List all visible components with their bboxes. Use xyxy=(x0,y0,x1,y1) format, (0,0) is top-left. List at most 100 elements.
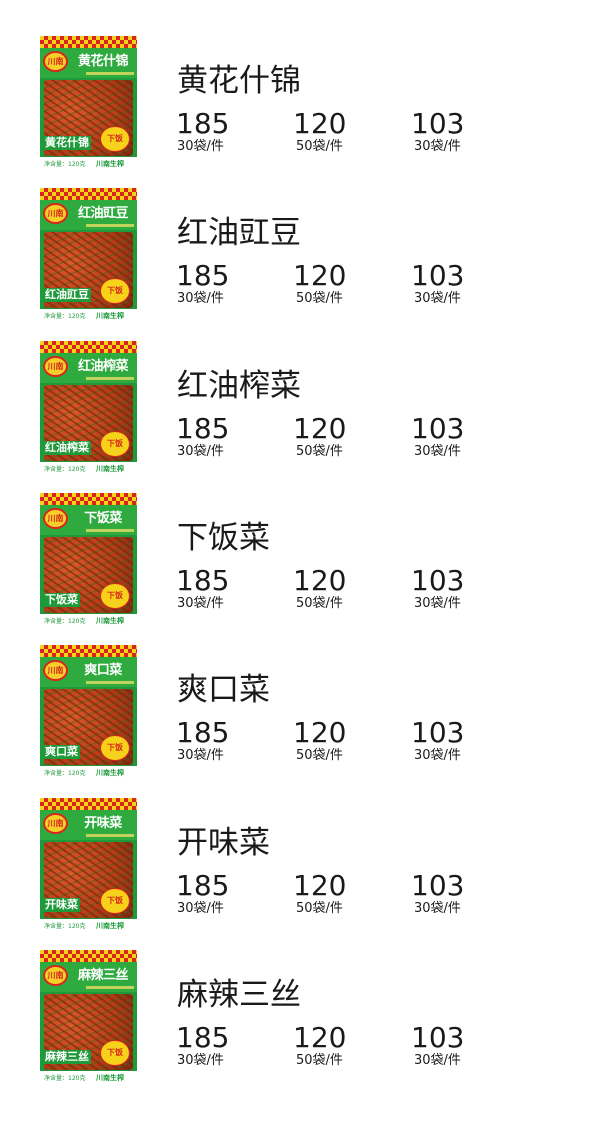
package-weight: 净含量：120克 xyxy=(44,618,86,625)
unit-tier-1: 30袋/件 xyxy=(177,139,224,154)
product-name: 红油榨菜 xyxy=(177,368,301,404)
package-window-label: 开味菜 xyxy=(43,898,80,912)
package-weight: 净含量：120克 xyxy=(44,770,86,777)
price-tier-3: 103 xyxy=(411,1021,465,1054)
product-row-6: 川南 开味菜 开味菜 下饭 净含量：120克 川南生榨 开味菜 185 120 … xyxy=(0,798,600,938)
package-badge: 下饭 xyxy=(100,431,130,457)
package-title: 开味菜 xyxy=(84,816,122,831)
price-tier-1: 185 xyxy=(176,259,230,292)
package-badge: 下饭 xyxy=(100,278,130,304)
price-tier-2: 120 xyxy=(293,564,347,597)
unit-tier-3: 30袋/件 xyxy=(414,596,461,611)
package-badge: 下饭 xyxy=(100,126,130,152)
price-tier-1: 185 xyxy=(176,564,230,597)
package-subtitle-strip xyxy=(86,224,134,227)
package-window-label: 红油榨菜 xyxy=(43,441,91,455)
unit-tier-3: 30袋/件 xyxy=(414,1053,461,1068)
package-window-label: 红油豇豆 xyxy=(43,288,91,302)
unit-tier-3: 30袋/件 xyxy=(414,901,461,916)
unit-tier-3: 30袋/件 xyxy=(414,139,461,154)
product-package-image: 川南 麻辣三丝 麻辣三丝 下饭 净含量：120克 川南生榨 xyxy=(40,950,137,1086)
price-tier-2: 120 xyxy=(293,107,347,140)
package-brand: 川南生榨 xyxy=(96,922,124,930)
price-tier-1: 185 xyxy=(176,716,230,749)
product-package-image: 川南 下饭菜 下饭菜 下饭 净含量：120克 川南生榨 xyxy=(40,493,137,629)
unit-tier-1: 30袋/件 xyxy=(177,901,224,916)
unit-tier-1: 30袋/件 xyxy=(177,596,224,611)
package-badge: 下饭 xyxy=(100,1040,130,1066)
price-tier-3: 103 xyxy=(411,107,465,140)
package-badge: 下饭 xyxy=(100,735,130,761)
unit-tier-2: 50袋/件 xyxy=(296,291,343,306)
package-badge: 下饭 xyxy=(100,583,130,609)
unit-tier-3: 30袋/件 xyxy=(414,291,461,306)
price-tier-1: 185 xyxy=(176,869,230,902)
package-badge: 下饭 xyxy=(100,888,130,914)
price-tier-2: 120 xyxy=(293,412,347,445)
price-tier-1: 185 xyxy=(176,1021,230,1054)
unit-tier-2: 50袋/件 xyxy=(296,901,343,916)
package-subtitle-strip xyxy=(86,377,134,380)
package-brand: 川南生榨 xyxy=(96,1074,124,1082)
unit-tier-3: 30袋/件 xyxy=(414,444,461,459)
package-title: 下饭菜 xyxy=(84,511,122,526)
package-weight: 净含量：120克 xyxy=(44,1075,86,1082)
package-subtitle-strip xyxy=(86,834,134,837)
brand-logo: 川南 xyxy=(43,51,68,72)
unit-tier-2: 50袋/件 xyxy=(296,139,343,154)
unit-tier-2: 50袋/件 xyxy=(296,748,343,763)
package-window-label: 下饭菜 xyxy=(43,593,80,607)
product-row-5: 川南 爽口菜 爽口菜 下饭 净含量：120克 川南生榨 爽口菜 185 120 … xyxy=(0,645,600,785)
package-brand: 川南生榨 xyxy=(96,312,124,320)
unit-tier-1: 30袋/件 xyxy=(177,291,224,306)
package-brand: 川南生榨 xyxy=(96,617,124,625)
price-tier-2: 120 xyxy=(293,1021,347,1054)
price-tier-2: 120 xyxy=(293,716,347,749)
package-window-label: 爽口菜 xyxy=(43,745,80,759)
package-brand: 川南生榨 xyxy=(96,465,124,473)
unit-tier-1: 30袋/件 xyxy=(177,1053,224,1068)
brand-logo: 川南 xyxy=(43,813,68,834)
product-row-4: 川南 下饭菜 下饭菜 下饭 净含量：120克 川南生榨 下饭菜 185 120 … xyxy=(0,493,600,633)
product-package-image: 川南 红油榨菜 红油榨菜 下饭 净含量：120克 川南生榨 xyxy=(40,341,137,477)
price-tier-3: 103 xyxy=(411,564,465,597)
brand-logo: 川南 xyxy=(43,203,68,224)
product-package-image: 川南 黄花什锦 黄花什锦 下饭 净含量：120克 川南生榨 xyxy=(40,36,137,172)
price-tier-2: 120 xyxy=(293,869,347,902)
package-weight: 净含量：120克 xyxy=(44,313,86,320)
package-title: 麻辣三丝 xyxy=(77,968,129,983)
price-tier-3: 103 xyxy=(411,716,465,749)
package-title: 红油榨菜 xyxy=(77,359,129,374)
brand-logo: 川南 xyxy=(43,965,68,986)
unit-tier-2: 50袋/件 xyxy=(296,1053,343,1068)
price-tier-3: 103 xyxy=(411,412,465,445)
product-row-3: 川南 红油榨菜 红油榨菜 下饭 净含量：120克 川南生榨 红油榨菜 185 1… xyxy=(0,341,600,481)
package-subtitle-strip xyxy=(86,986,134,989)
price-tier-3: 103 xyxy=(411,869,465,902)
product-name: 下饭菜 xyxy=(177,520,270,556)
product-name: 开味菜 xyxy=(177,825,270,861)
price-tier-2: 120 xyxy=(293,259,347,292)
package-title: 红油豇豆 xyxy=(77,206,129,221)
package-brand: 川南生榨 xyxy=(96,769,124,777)
brand-logo: 川南 xyxy=(43,508,68,529)
product-name: 麻辣三丝 xyxy=(177,977,301,1013)
unit-tier-3: 30袋/件 xyxy=(414,748,461,763)
product-name: 爽口菜 xyxy=(177,672,270,708)
unit-tier-2: 50袋/件 xyxy=(296,596,343,611)
product-package-image: 川南 爽口菜 爽口菜 下饭 净含量：120克 川南生榨 xyxy=(40,645,137,781)
product-name: 红油豇豆 xyxy=(177,215,301,251)
product-row-1: 川南 黄花什锦 黄花什锦 下饭 净含量：120克 川南生榨 黄花什锦 185 1… xyxy=(0,36,600,176)
price-tier-1: 185 xyxy=(176,107,230,140)
package-window-label: 麻辣三丝 xyxy=(43,1050,91,1064)
unit-tier-2: 50袋/件 xyxy=(296,444,343,459)
package-weight: 净含量：120克 xyxy=(44,923,86,930)
brand-logo: 川南 xyxy=(43,660,68,681)
package-window-label: 黄花什锦 xyxy=(43,136,91,150)
product-name: 黄花什锦 xyxy=(177,63,301,99)
brand-logo: 川南 xyxy=(43,356,68,377)
price-tier-1: 185 xyxy=(176,412,230,445)
package-weight: 净含量：120克 xyxy=(44,466,86,473)
price-tier-3: 103 xyxy=(411,259,465,292)
product-package-image: 川南 红油豇豆 红油豇豆 下饭 净含量：120克 川南生榨 xyxy=(40,188,137,324)
